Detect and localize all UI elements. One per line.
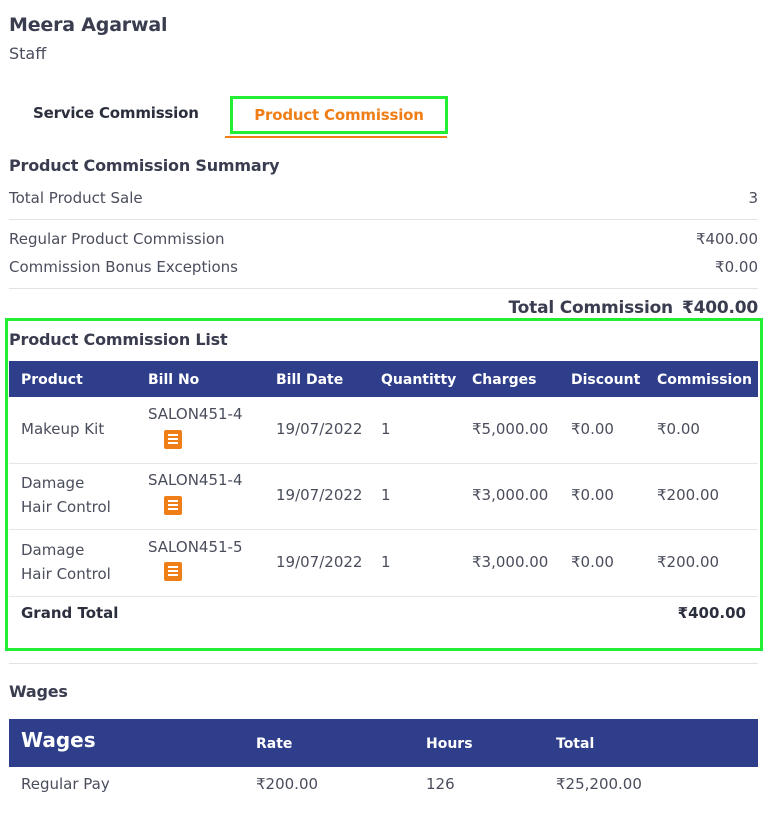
total-commission-value: ₹400.00 bbox=[681, 298, 758, 318]
row-divider bbox=[9, 596, 758, 597]
charges: ₹3,000.00 bbox=[472, 553, 549, 571]
discount: ₹0.00 bbox=[571, 420, 614, 438]
total-product-sale-label: Total Product Sale bbox=[9, 189, 143, 207]
col-commission: Commission bbox=[657, 372, 752, 388]
commission-list-title: Product Commission List bbox=[9, 330, 228, 349]
wages-col-total: Total bbox=[556, 736, 595, 752]
commission: ₹0.00 bbox=[657, 420, 700, 438]
bonus-exceptions-value: ₹0.00 bbox=[715, 258, 758, 276]
product-name: Makeup Kit bbox=[21, 420, 105, 438]
commission: ₹200.00 bbox=[657, 486, 720, 504]
commission: ₹200.00 bbox=[657, 553, 720, 571]
wage-total: ₹25,200.00 bbox=[556, 775, 642, 793]
tab-service-commission[interactable]: Service Commission bbox=[33, 104, 199, 122]
total-commission-label: Total Commission bbox=[508, 298, 674, 318]
product-name-line1: Damage bbox=[21, 474, 85, 492]
total-commission: Total Commission ₹400.00 bbox=[508, 298, 759, 318]
product-name-line1: Damage bbox=[21, 541, 85, 559]
receipt-icon[interactable] bbox=[164, 562, 182, 581]
quantity: 1 bbox=[381, 486, 391, 504]
bill-no: SALON451-4 bbox=[148, 405, 243, 423]
wage-name: Regular Pay bbox=[21, 775, 110, 793]
regular-commission-value: ₹400.00 bbox=[695, 230, 758, 248]
total-product-sale-value: 3 bbox=[748, 189, 758, 207]
discount: ₹0.00 bbox=[571, 553, 614, 571]
receipt-icon[interactable] bbox=[164, 430, 182, 449]
table-row: Damage Hair Control SALON451-4 19/07/202… bbox=[9, 464, 758, 530]
wages-col-rate: Rate bbox=[256, 736, 293, 752]
bill-date: 19/07/2022 bbox=[276, 420, 363, 438]
table-row: Makeup Kit SALON451-4 19/07/2022 1 ₹5,00… bbox=[9, 397, 758, 463]
bonus-exceptions-label: Commission Bonus Exceptions bbox=[9, 258, 238, 276]
staff-name: Meera Agarwal bbox=[9, 14, 168, 36]
commission-table-header: Product Bill No Bill Date Quantitty Char… bbox=[9, 361, 758, 397]
divider bbox=[9, 663, 758, 664]
col-bill-no: Bill No bbox=[148, 372, 200, 388]
quantity: 1 bbox=[381, 553, 391, 571]
wage-rate: ₹200.00 bbox=[256, 775, 319, 793]
divider bbox=[9, 288, 758, 289]
col-bill-date: Bill Date bbox=[276, 372, 344, 388]
product-name-line2: Hair Control bbox=[21, 565, 111, 583]
active-tab-indicator bbox=[225, 136, 447, 138]
wages-title: Wages bbox=[9, 682, 68, 701]
divider bbox=[9, 219, 758, 220]
bill-no: SALON451-5 bbox=[148, 538, 243, 556]
charges: ₹3,000.00 bbox=[472, 486, 549, 504]
col-charges: Charges bbox=[472, 372, 537, 388]
regular-commission-label: Regular Product Commission bbox=[9, 230, 225, 248]
bill-no: SALON451-4 bbox=[148, 471, 243, 489]
receipt-icon[interactable] bbox=[164, 496, 182, 515]
col-product: Product bbox=[21, 372, 83, 388]
quantity: 1 bbox=[381, 420, 391, 438]
summary-title: Product Commission Summary bbox=[9, 156, 280, 175]
bill-date: 19/07/2022 bbox=[276, 553, 363, 571]
wages-col-hours: Hours bbox=[426, 736, 473, 752]
tab-product-commission[interactable]: Product Commission bbox=[230, 96, 448, 134]
tab-product-commission-label: Product Commission bbox=[254, 106, 424, 124]
grand-total-label: Grand Total bbox=[21, 604, 119, 622]
wages-table-header: Wages Rate Hours Total bbox=[9, 719, 758, 767]
product-name-line2: Hair Control bbox=[21, 498, 111, 516]
wage-hours: 126 bbox=[426, 775, 455, 793]
col-quantity: Quantitty bbox=[381, 372, 457, 388]
staff-role: Staff bbox=[9, 44, 47, 63]
grand-total-value: ₹400.00 bbox=[677, 604, 746, 622]
table-row: Regular Pay ₹200.00 126 ₹25,200.00 bbox=[9, 767, 758, 803]
wages-col-wages: Wages bbox=[21, 728, 96, 752]
bill-date: 19/07/2022 bbox=[276, 486, 363, 504]
table-row: Damage Hair Control SALON451-5 19/07/202… bbox=[9, 530, 758, 596]
col-discount: Discount bbox=[571, 372, 641, 388]
charges: ₹5,000.00 bbox=[472, 420, 549, 438]
discount: ₹0.00 bbox=[571, 486, 614, 504]
